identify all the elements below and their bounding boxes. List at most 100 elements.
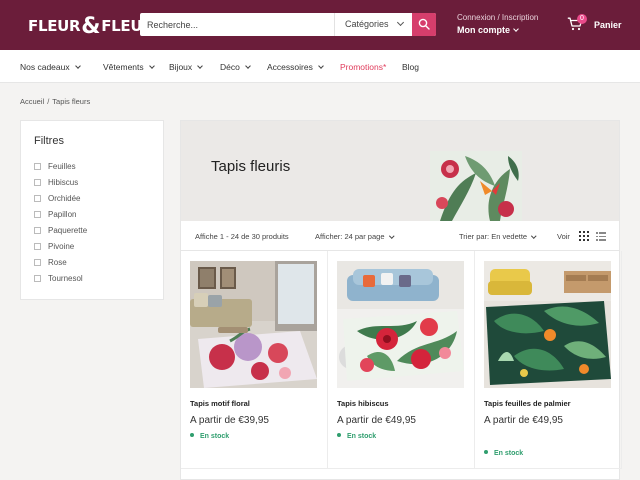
product-count: Affiche 1 - 24 de 30 produits — [195, 232, 289, 241]
product-card[interactable]: Tapis hibiscus A partir de €49,95 En sto… — [328, 251, 475, 469]
checkbox[interactable] — [34, 179, 41, 186]
filter-label: Tournesol — [48, 274, 83, 283]
sort-label: Trier par: En vedette — [459, 232, 528, 241]
top-header: FLEUR&FLEUR! Catégories Connexion / Insc… — [0, 0, 640, 50]
chevron-down-icon — [513, 26, 519, 32]
chevron-down-icon — [388, 232, 394, 238]
stock-label: En stock — [494, 450, 524, 457]
breadcrumb-current: Tapis fleurs — [52, 97, 91, 106]
chevron-down-icon — [531, 232, 537, 238]
account-label-row[interactable]: Mon compte — [457, 25, 538, 35]
stock-status: En stock — [484, 450, 523, 457]
stock-label: En stock — [200, 433, 230, 440]
product-image[interactable] — [190, 261, 317, 388]
filter-option[interactable]: Papillon — [34, 210, 76, 219]
nav-label: Promotions* — [340, 62, 387, 72]
breadcrumb-separator: / — [47, 97, 50, 106]
search-bar: Catégories — [140, 13, 436, 36]
product-card[interactable]: Tapis feuilles de palmier A partir de €4… — [475, 251, 622, 469]
checkbox[interactable] — [34, 211, 41, 218]
search-input[interactable] — [147, 13, 332, 36]
logo-text-left: FLEUR — [28, 17, 81, 35]
hero-rug-image — [430, 151, 522, 221]
nav-item-accessoires[interactable]: Accessoires — [267, 62, 324, 72]
categories-select[interactable]: Catégories — [334, 13, 412, 36]
in-stock-dot-icon — [190, 433, 194, 437]
chevron-down-icon — [74, 63, 81, 69]
chevron-down-icon — [245, 63, 251, 69]
nav-label: Blog — [402, 62, 420, 72]
product-hibiscus-rug-image — [337, 261, 464, 388]
chevron-down-icon — [317, 63, 324, 69]
breadcrumb-home-link[interactable]: Accueil — [20, 97, 44, 106]
nav-label: Accessoires — [267, 62, 313, 72]
nav-item-nos-cadeaux[interactable]: Nos cadeaux — [20, 62, 81, 72]
checkbox[interactable] — [34, 259, 41, 266]
product-image[interactable] — [484, 261, 611, 388]
collection-title: Tapis fleuris — [211, 158, 291, 175]
nav-item-vetements[interactable]: Vêtements — [103, 62, 155, 72]
in-stock-dot-icon — [484, 450, 488, 454]
checkbox[interactable] — [34, 243, 41, 250]
collection-main: Tapis fleuris Affiche 1 - 24 de 30 produ… — [180, 120, 622, 480]
chevron-down-icon — [197, 63, 203, 69]
nav-label: Bijoux — [169, 62, 193, 72]
checkbox[interactable] — [34, 227, 41, 234]
filter-label: Paquerette — [48, 226, 88, 235]
filters-title: Filtres — [34, 135, 64, 147]
checkbox[interactable] — [34, 163, 41, 170]
filter-label: Papillon — [48, 210, 77, 219]
account-menu[interactable]: Connexion / Inscription Mon compte — [457, 13, 538, 35]
product-name[interactable]: Tapis feuilles de palmier — [484, 399, 571, 408]
filter-option[interactable]: Pivoine — [34, 242, 74, 251]
per-page-label: Afficher: 24 par page — [315, 232, 385, 241]
product-name[interactable]: Tapis hibiscus — [337, 399, 389, 408]
checkbox[interactable] — [34, 195, 41, 202]
grid-view-icon[interactable] — [579, 231, 589, 241]
filter-label: Feuilles — [48, 162, 76, 171]
in-stock-dot-icon — [337, 433, 341, 437]
categories-label: Catégories — [345, 19, 389, 29]
logo-ampersand: & — [81, 14, 101, 39]
stock-label: En stock — [347, 433, 377, 440]
filter-option[interactable]: Feuilles — [34, 162, 76, 171]
cart-label: Panier — [594, 20, 622, 30]
checkbox[interactable] — [34, 275, 41, 282]
filter-label: Hibiscus — [48, 178, 79, 187]
nav-item-promotions[interactable]: Promotions* — [340, 62, 386, 72]
filters-panel: Filtres Feuilles Hibiscus Orchidée Papil… — [20, 120, 164, 300]
product-price: A partir de €39,95 — [190, 415, 269, 426]
search-button[interactable] — [412, 13, 436, 36]
cart-count-badge: 0 — [577, 14, 587, 24]
nav-label: Nos cadeaux — [20, 62, 70, 72]
filter-label: Pivoine — [48, 242, 75, 251]
per-page-select[interactable]: Afficher: 24 par page — [315, 232, 394, 241]
collection-toolbar: Affiche 1 - 24 de 30 produits Afficher: … — [181, 221, 619, 251]
product-palm-leaf-rug-image — [484, 261, 611, 388]
filter-label: Rose — [48, 258, 67, 267]
filter-option[interactable]: Hibiscus — [34, 178, 78, 187]
collection-hero: Tapis fleuris — [181, 121, 619, 221]
product-card[interactable]: Tapis motif floral A partir de €39,95 En… — [181, 251, 328, 469]
chevron-down-icon — [396, 18, 405, 27]
nav-label: Vêtements — [103, 62, 144, 72]
breadcrumb: Accueil / Tapis fleurs — [20, 97, 90, 106]
filter-option[interactable]: Tournesol — [34, 274, 83, 283]
nav-item-blog[interactable]: Blog — [402, 62, 419, 72]
filter-option[interactable]: Paquerette — [34, 226, 87, 235]
stock-status: En stock — [190, 433, 229, 440]
nav-item-bijoux[interactable]: Bijoux — [169, 62, 203, 72]
product-image[interactable] — [337, 261, 464, 388]
list-view-icon[interactable] — [596, 231, 606, 241]
filter-label: Orchidée — [48, 194, 81, 203]
filter-option[interactable]: Orchidée — [34, 194, 80, 203]
product-name[interactable]: Tapis motif floral — [190, 399, 250, 408]
account-label: Mon compte — [457, 25, 510, 35]
account-login-link[interactable]: Connexion / Inscription — [457, 13, 538, 22]
chevron-down-icon — [148, 63, 155, 69]
search-icon — [418, 18, 430, 30]
product-price: A partir de €49,95 — [484, 415, 563, 426]
sort-select[interactable]: Trier par: En vedette — [459, 232, 537, 241]
filter-option[interactable]: Rose — [34, 258, 67, 267]
nav-item-deco[interactable]: Déco — [220, 62, 251, 72]
